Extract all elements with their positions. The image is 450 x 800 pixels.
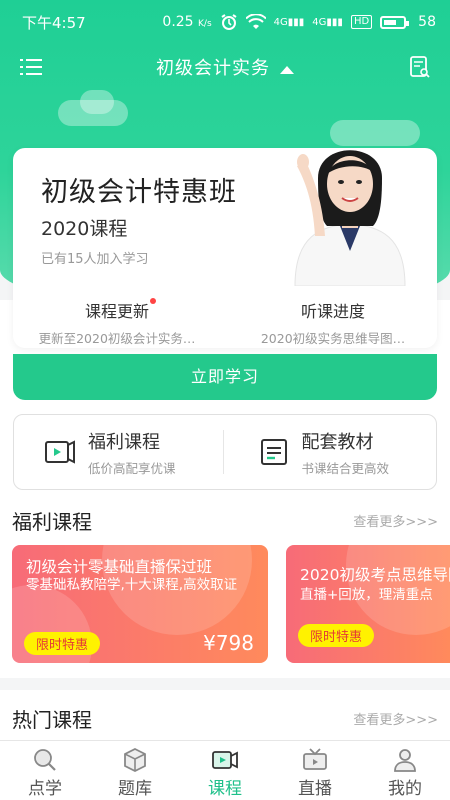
battery-icon: [380, 15, 410, 29]
tab-mine[interactable]: 我的: [360, 741, 450, 800]
limited-offer-badge: 限时特惠: [24, 632, 101, 655]
tab-label: 我的: [388, 779, 422, 799]
person-icon: [394, 749, 416, 772]
document-search-icon[interactable]: [410, 56, 430, 78]
video-course-icon: [212, 751, 238, 769]
tab-live[interactable]: 直播: [270, 741, 360, 800]
limited-offer-badge: 限时特惠: [298, 624, 375, 647]
course-subtitle: 2020课程: [41, 218, 128, 240]
cube-icon: [124, 747, 146, 773]
signal-icon: 4G▮▮▮: [312, 16, 343, 28]
tab-label: 题库: [118, 779, 152, 799]
subject-selector[interactable]: 初级会计实务: [156, 54, 294, 80]
feature-title: 配套教材: [301, 431, 374, 453]
textbook-icon: [260, 439, 287, 465]
signal-icon: 4G▮▮▮: [273, 16, 305, 28]
enrolled-count: 已有15人加入学习: [41, 252, 149, 267]
feature-box: 福利课程 低价高配享优课 配套教材 书课结合更高效: [13, 414, 437, 490]
bottom-tab-bar: 点学 题库 课程 直播 我的: [0, 740, 450, 800]
promo-card[interactable]: 2020初级考点思维导图 直播+回放，理清重点 限时特惠: [286, 545, 450, 663]
video-play-icon: [45, 440, 75, 464]
feature-desc: 低价高配享优课: [88, 460, 176, 476]
tab-courses[interactable]: 课程: [180, 741, 270, 800]
promo-desc: 零基础私教陪学,十大课程,高效取证: [26, 577, 238, 593]
feature-textbooks[interactable]: 配套教材 书课结合更高效: [222, 430, 437, 476]
tab-label: 课程: [208, 779, 242, 799]
status-bar: 下午4:57 0.25 K/s 4G▮▮▮ 4G▮▮▮ HD 58: [0, 0, 450, 44]
tab-label: 点学: [28, 779, 62, 799]
course-update-desc: 更新至2020初级会计实务…: [38, 331, 196, 346]
view-more-link[interactable]: 查看更多>>>: [353, 511, 438, 530]
promo-title: 初级会计零基础直播保过班: [26, 558, 213, 576]
battery-level: 58: [418, 14, 436, 30]
status-time: 下午4:57: [22, 13, 86, 32]
study-progress-desc: 2020初级实务思维导图…: [260, 331, 406, 346]
teacher-photo: [294, 150, 406, 286]
wifi-icon: [245, 14, 266, 29]
promo-card[interactable]: 初级会计零基础直播保过班 零基础私教陪学,十大课程,高效取证 限时特惠 ¥798: [12, 545, 268, 663]
feature-desc: 书课结合更高效: [301, 460, 390, 476]
section-title: 福利课程: [12, 510, 92, 534]
nav-bar: 初级会计实务: [0, 44, 450, 90]
feature-welfare-courses[interactable]: 福利课程 低价高配享优课: [14, 428, 223, 477]
section-title: 热门课程: [12, 708, 92, 732]
new-dot-badge: [150, 298, 156, 304]
hd-icon: HD: [350, 15, 373, 29]
tab-dianxue[interactable]: 点学: [0, 741, 90, 800]
section-divider: [0, 678, 450, 690]
course-update-title: 课程更新: [84, 302, 149, 321]
course-update[interactable]: 课程更新 更新至2020初级会计实务…: [17, 298, 217, 347]
start-study-button[interactable]: 立即学习: [13, 354, 437, 400]
course-title: 初级会计特惠班: [41, 177, 237, 208]
network-speed: 0.25 K/s: [162, 14, 212, 30]
caret-up-icon: [280, 65, 294, 74]
course-card[interactable]: 初级会计特惠班 2020课程 已有15人加入学习 课程更新 更新至2020初级会…: [13, 148, 437, 348]
tab-label: 直播: [298, 779, 332, 799]
nav-title: 初级会计实务: [156, 58, 270, 79]
promo-price: ¥798: [203, 631, 254, 655]
promo-title: 2020初级考点思维导图: [300, 566, 450, 584]
study-progress[interactable]: 听课进度 2020初级实务思维导图…: [233, 298, 433, 347]
study-progress-title: 听课进度: [300, 302, 365, 321]
tv-icon: [303, 748, 327, 770]
feature-title: 福利课程: [88, 431, 160, 453]
search-icon: [34, 749, 56, 771]
cloud-decoration: [80, 90, 114, 114]
alarm-icon: [221, 14, 237, 30]
menu-icon[interactable]: [20, 58, 42, 76]
hot-section-header: 热门课程 查看更多>>>: [0, 704, 450, 734]
tab-question-bank[interactable]: 题库: [90, 741, 180, 800]
view-more-link[interactable]: 查看更多>>>: [353, 709, 438, 728]
welfare-section-header: 福利课程 查看更多>>>: [0, 506, 450, 536]
promo-desc: 直播+回放，理清重点: [300, 587, 433, 603]
